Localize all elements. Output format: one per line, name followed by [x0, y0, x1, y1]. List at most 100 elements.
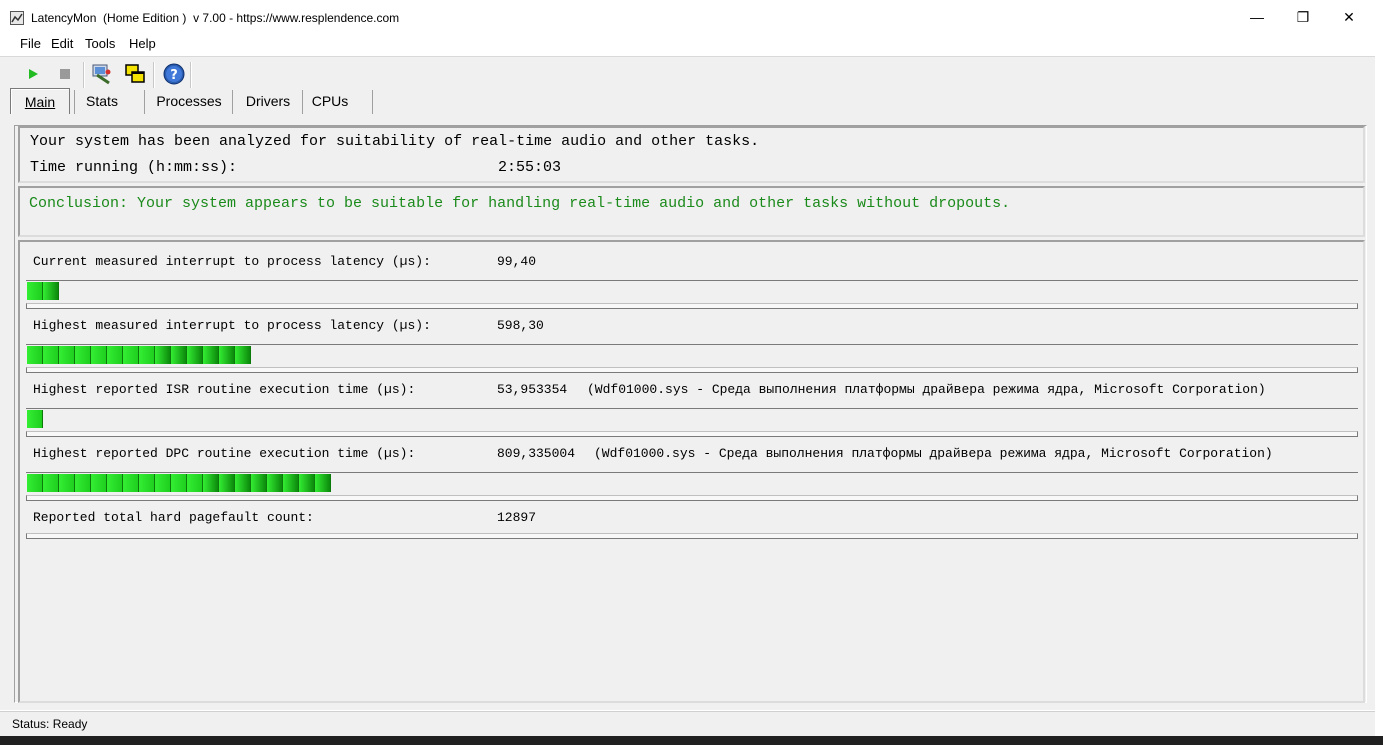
conclusion-box: Conclusion: Your system appears to be su…	[18, 186, 1365, 237]
inspect-icon[interactable]	[90, 62, 114, 86]
tab-drivers-label: Drivers	[245, 93, 291, 109]
metric-value: 12897	[497, 510, 537, 525]
bar-segment	[299, 474, 315, 492]
client-area: ? Main Stats Processes Drivers CPUs Your…	[0, 56, 1375, 710]
bar-segment	[123, 346, 139, 364]
bar-segment	[59, 346, 75, 364]
bar-segment	[155, 474, 171, 492]
help-icon[interactable]: ?	[162, 62, 186, 86]
tab-cpus-label: CPUs	[311, 93, 349, 109]
tab-separator	[372, 90, 373, 114]
bar-segment	[235, 474, 251, 492]
bar-segment	[203, 474, 219, 492]
toolbar-separator	[190, 62, 192, 88]
bar-segment	[91, 474, 107, 492]
status-text: Status: Ready	[12, 717, 88, 731]
conclusion-text: Conclusion: Your system appears to be su…	[29, 195, 1011, 212]
windows-icon[interactable]	[123, 62, 147, 86]
bar-segment	[27, 282, 43, 300]
menu-bar: File Edit Tools Help	[0, 34, 1383, 55]
menu-file[interactable]: File	[20, 36, 41, 51]
status-bar: Status: Ready	[0, 711, 1375, 736]
bar-segment	[75, 346, 91, 364]
bar-segment	[43, 474, 59, 492]
main-panel: Your system has been analyzed for suitab…	[14, 125, 1367, 703]
tab-processes-label: Processes	[156, 93, 222, 109]
menu-tools[interactable]: Tools	[85, 36, 115, 51]
latency-bar	[26, 408, 1358, 432]
window-title: LatencyMon (Home Edition ) v 7.00 - http…	[31, 11, 400, 25]
close-button[interactable]: ✕	[1326, 0, 1372, 34]
metric-label: Current measured interrupt to process la…	[33, 254, 431, 269]
bar-segment	[107, 346, 123, 364]
bar-segment	[251, 474, 267, 492]
play-icon[interactable]	[21, 62, 45, 86]
metric-detail: (Wdf01000.sys - Среда выполнения платфор…	[587, 382, 1266, 397]
bar-segment	[107, 474, 123, 492]
title-bar: LatencyMon (Home Edition ) v 7.00 - http…	[0, 0, 1383, 34]
metric-detail: (Wdf01000.sys - Среда выполнения платфор…	[594, 446, 1273, 461]
time-running-label: Time running (h:mm:ss):	[30, 159, 238, 176]
bar-segment	[43, 346, 59, 364]
maximize-button[interactable]: ❐	[1280, 0, 1326, 34]
bar-segment	[315, 474, 331, 492]
bar-segment	[171, 474, 187, 492]
toolbar-separator	[153, 62, 155, 88]
app-icon	[10, 11, 24, 25]
tab-processes[interactable]: Processes	[150, 88, 228, 114]
bar-segment	[219, 346, 235, 364]
taskbar	[0, 736, 1383, 745]
tab-separator	[74, 90, 75, 114]
bar-segment	[91, 346, 107, 364]
bar-segment	[59, 474, 75, 492]
bar-segment	[155, 346, 171, 364]
bar-base	[26, 533, 1358, 539]
bar-segment	[27, 410, 43, 428]
tab-stats[interactable]: Stats	[78, 88, 126, 114]
tab-main-label: Main	[24, 94, 56, 110]
bar-segment	[27, 346, 43, 364]
menu-edit[interactable]: Edit	[51, 36, 73, 51]
latency-bar	[26, 472, 1358, 496]
bar-segment	[123, 474, 139, 492]
bar-segment	[43, 282, 59, 300]
bar-segment	[219, 474, 235, 492]
tab-drivers[interactable]: Drivers	[238, 88, 298, 114]
metric-value: 53,953354	[497, 382, 568, 397]
bar-segment	[75, 474, 91, 492]
minimize-button[interactable]: —	[1234, 0, 1280, 34]
bar-base	[26, 367, 1358, 373]
tab-main[interactable]: Main	[10, 88, 70, 114]
bar-base	[26, 495, 1358, 501]
stop-icon[interactable]	[53, 62, 77, 86]
bar-segment	[139, 474, 155, 492]
tab-stats-label: Stats	[86, 93, 118, 109]
bar-segment	[267, 474, 283, 492]
bar-segment	[203, 346, 219, 364]
tab-separator	[232, 90, 233, 114]
metrics-box: Current measured interrupt to process la…	[18, 240, 1365, 703]
analysis-text: Your system has been analyzed for suitab…	[30, 133, 760, 150]
bar-segment	[187, 346, 203, 364]
bar-segment	[139, 346, 155, 364]
bar-base	[26, 303, 1358, 309]
window-edge	[1375, 56, 1383, 736]
tab-cpus[interactable]: CPUs	[306, 88, 354, 114]
menu-help[interactable]: Help	[129, 36, 156, 51]
tab-separator	[302, 90, 303, 114]
metric-value: 598,30	[497, 318, 544, 333]
metric-label: Highest reported DPC routine execution t…	[33, 446, 416, 461]
bar-base	[26, 431, 1358, 437]
tab-separator	[144, 90, 145, 114]
bar-segment	[27, 474, 43, 492]
metric-label: Highest measured interrupt to process la…	[33, 318, 431, 333]
bar-segment	[187, 474, 203, 492]
bar-segment	[235, 346, 251, 364]
latency-bar	[26, 280, 1358, 304]
time-running-value: 2:55:03	[498, 159, 562, 176]
bar-segment	[283, 474, 299, 492]
metric-label: Highest reported ISR routine execution t…	[33, 382, 416, 397]
analysis-box: Your system has been analyzed for suitab…	[18, 126, 1365, 183]
metric-value: 809,335004	[497, 446, 576, 461]
metric-label: Reported total hard pagefault count:	[33, 510, 314, 525]
